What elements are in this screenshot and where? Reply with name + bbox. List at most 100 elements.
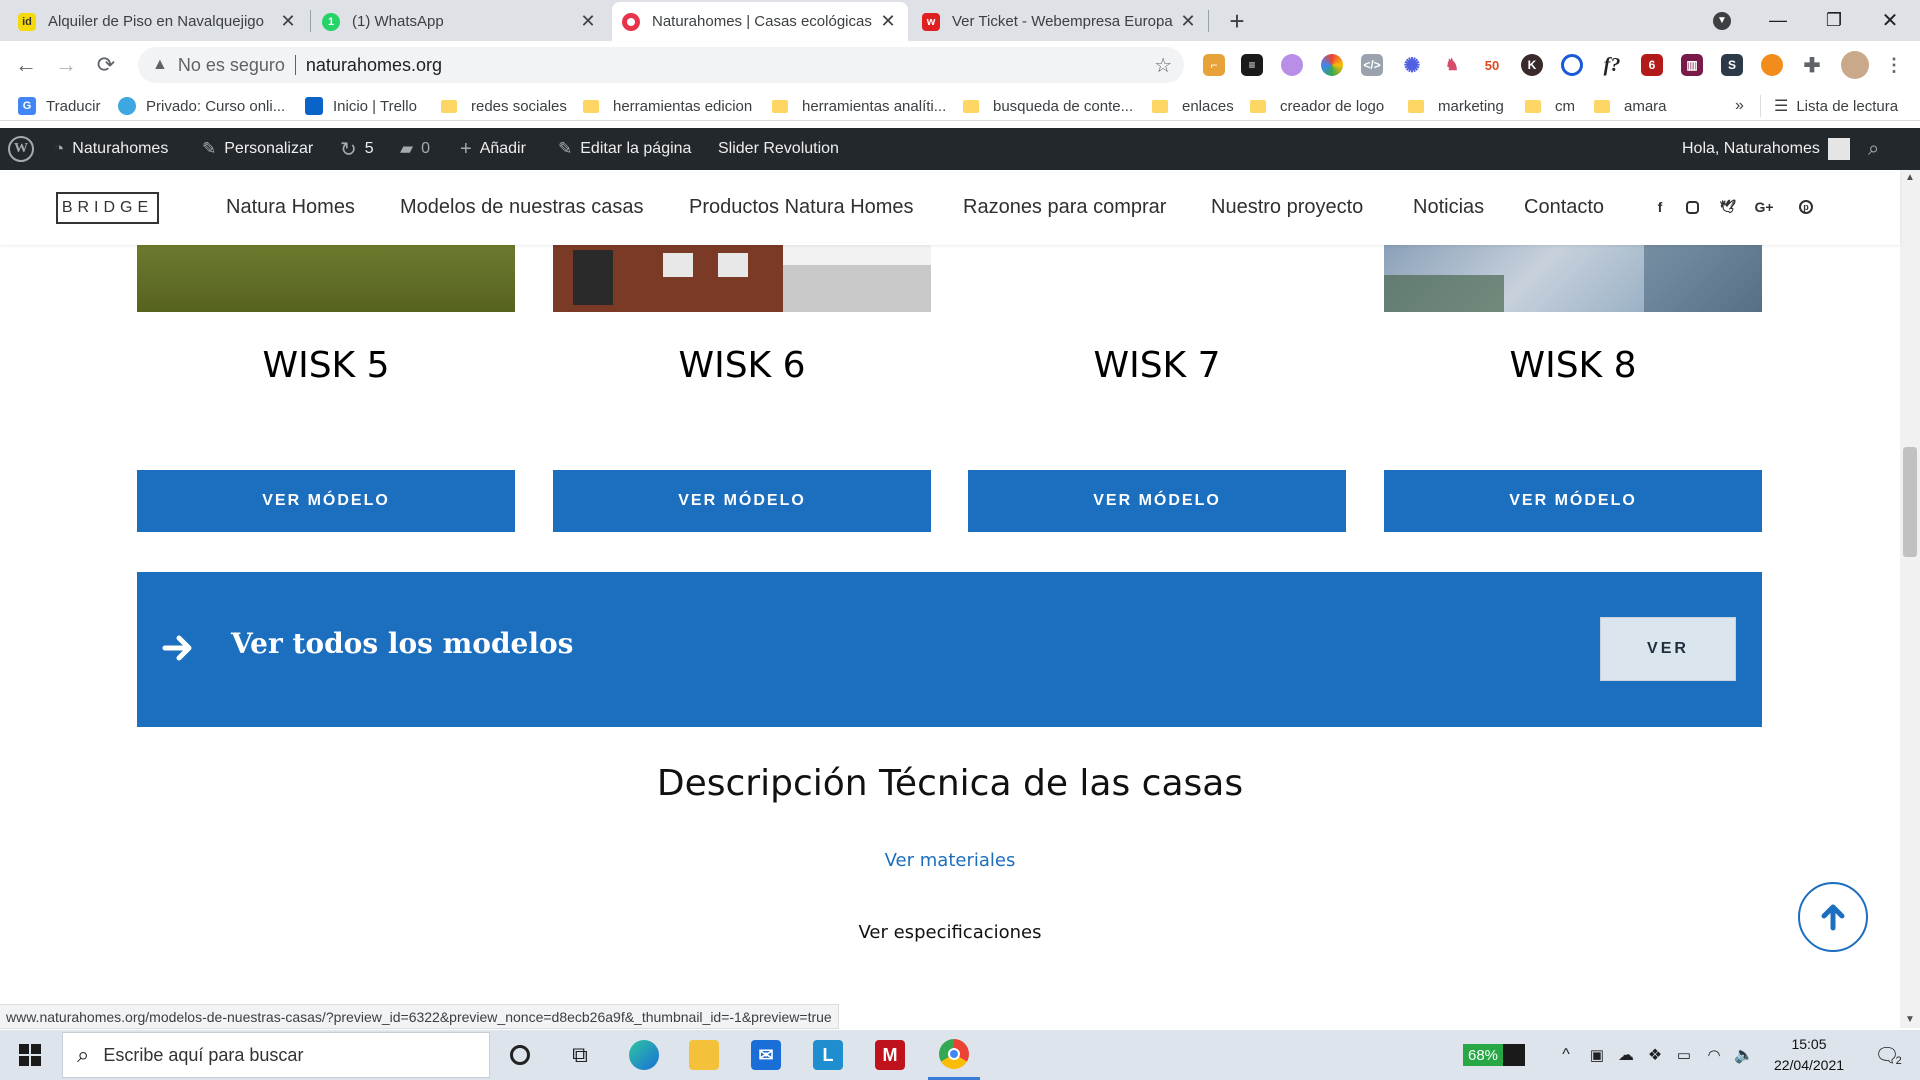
site-logo[interactable]: BRIDGE bbox=[56, 192, 159, 224]
bookmark-folder[interactable]: enlaces bbox=[1152, 95, 1234, 117]
wp-updates[interactable]: ↻ 5 bbox=[340, 128, 374, 170]
profile-avatar[interactable] bbox=[1841, 51, 1869, 79]
browser-tab[interactable]: 1 (1) WhatsApp ✕ bbox=[312, 2, 608, 41]
specs-link-text[interactable]: Ver especificaciones bbox=[859, 922, 1042, 943]
extension-icon[interactable]: ⌐ bbox=[1203, 54, 1225, 76]
close-tab-icon[interactable]: ✕ bbox=[878, 11, 898, 32]
address-bar[interactable]: ▲ No es seguro naturahomes.org ☆ bbox=[138, 47, 1184, 83]
close-tab-icon[interactable]: ✕ bbox=[1178, 11, 1198, 32]
minimize-button[interactable]: — bbox=[1750, 0, 1806, 41]
scroll-up-arrow-icon[interactable]: ▲ bbox=[1903, 172, 1917, 183]
wp-add-new[interactable]: + Añadir bbox=[460, 128, 526, 170]
model-image-wisk-7[interactable] bbox=[968, 245, 1346, 312]
extension-icon[interactable] bbox=[1561, 54, 1583, 76]
tray-icon[interactable]: ▣ bbox=[1585, 1030, 1609, 1080]
tray-icon[interactable]: ◠ bbox=[1701, 1030, 1727, 1080]
puzzle-extensions-icon[interactable]: ✚ bbox=[1801, 54, 1823, 77]
reload-button[interactable]: ⟳ bbox=[92, 51, 120, 79]
file-explorer-taskbar-icon[interactable] bbox=[682, 1030, 726, 1080]
edge-taskbar-icon[interactable] bbox=[622, 1030, 666, 1080]
wp-customize[interactable]: ✎ Personalizar bbox=[202, 128, 313, 170]
close-tab-icon[interactable]: ✕ bbox=[578, 11, 598, 32]
code-extension-icon[interactable]: </> bbox=[1361, 54, 1383, 76]
model-image-wisk-8[interactable] bbox=[1384, 245, 1762, 312]
formula-extension-icon[interactable]: f? bbox=[1601, 54, 1623, 76]
extension-icon[interactable]: S bbox=[1721, 54, 1743, 76]
browser-tab[interactable]: w Ver Ticket - Webempresa Europa ✕ bbox=[912, 2, 1208, 41]
notifications-button[interactable]: 🗨 2 bbox=[1866, 1030, 1910, 1080]
ver-modelo-button-wisk-7[interactable]: VER MÓDELO bbox=[968, 470, 1346, 532]
chrome-taskbar-icon[interactable] bbox=[928, 1030, 980, 1080]
extension-icon[interactable] bbox=[1281, 54, 1303, 76]
nav-item-proyecto[interactable]: Nuestro proyecto bbox=[1211, 170, 1363, 245]
security-label[interactable]: No es seguro bbox=[178, 55, 285, 76]
extension-icon[interactable]: ✺ bbox=[1401, 54, 1423, 77]
taskbar-search-box[interactable]: ⌕ Escribe aquí para buscar bbox=[62, 1032, 490, 1078]
tray-icon[interactable]: 🔈 bbox=[1731, 1030, 1757, 1080]
facebook-icon[interactable]: f bbox=[1650, 197, 1670, 217]
nav-item-modelos[interactable]: Modelos de nuestras casas bbox=[400, 170, 643, 245]
model-image-wisk-6[interactable] bbox=[553, 245, 931, 312]
materials-link-text[interactable]: Ver materiales bbox=[885, 850, 1016, 871]
forward-button[interactable]: → bbox=[52, 51, 80, 79]
extension-icon[interactable]: ♞ bbox=[1441, 54, 1463, 76]
tab-search-button[interactable]: ▼ bbox=[1694, 0, 1750, 41]
start-button[interactable] bbox=[0, 1030, 60, 1080]
show-hidden-icons-button[interactable]: ^ bbox=[1553, 1030, 1579, 1080]
close-tab-icon[interactable]: ✕ bbox=[278, 11, 298, 32]
close-window-button[interactable]: ✕ bbox=[1862, 0, 1918, 41]
bookmark-folder[interactable]: herramientas analíti... bbox=[772, 95, 946, 117]
google-plus-icon[interactable]: G+ bbox=[1754, 197, 1774, 217]
wordpress-logo-button[interactable]: W bbox=[8, 128, 34, 170]
wp-search-icon[interactable]: ⌕ bbox=[1868, 128, 1879, 170]
tray-icon[interactable]: ☁ bbox=[1613, 1030, 1639, 1080]
scroll-down-arrow-icon[interactable]: ▼ bbox=[1903, 1014, 1917, 1025]
ver-modelo-button-wisk-5[interactable]: VER MÓDELO bbox=[137, 470, 515, 532]
tray-icon[interactable]: ▭ bbox=[1671, 1030, 1697, 1080]
model-image-wisk-5[interactable] bbox=[137, 245, 515, 312]
menu-dots-icon[interactable]: ⋮ bbox=[1883, 54, 1905, 76]
wp-edit-page[interactable]: ✎ Editar la página bbox=[558, 128, 691, 170]
taskbar-clock[interactable]: 15:05 22/04/2021 bbox=[1764, 1034, 1854, 1076]
bookmark-folder[interactable]: cm bbox=[1525, 95, 1575, 117]
app-l-taskbar-icon[interactable]: L bbox=[806, 1030, 850, 1080]
bookmark-folder[interactable]: herramientas edicion bbox=[583, 95, 752, 117]
nav-item-contacto[interactable]: Contacto bbox=[1524, 170, 1604, 245]
extension-icon[interactable]: 6 bbox=[1641, 54, 1663, 76]
nav-item-productos[interactable]: Productos Natura Homes bbox=[689, 170, 914, 245]
twitter-icon[interactable]: 🕊 bbox=[1718, 197, 1738, 217]
ver-modelo-button-wisk-6[interactable]: VER MÓDELO bbox=[553, 470, 931, 532]
bookmark-item[interactable]: Privado: Curso onli... bbox=[118, 95, 285, 117]
extension-icon[interactable]: K bbox=[1521, 54, 1543, 76]
browser-tab-active[interactable]: Naturahomes | Casas ecológicas ✕ bbox=[612, 2, 908, 41]
mail-taskbar-icon[interactable]: ✉ bbox=[744, 1030, 788, 1080]
bookmark-folder[interactable]: creador de logo bbox=[1250, 95, 1384, 117]
wp-account-menu[interactable]: Hola, Naturahomes bbox=[1682, 128, 1850, 170]
back-button[interactable]: ← bbox=[12, 51, 40, 79]
extension-icon[interactable]: ▥ bbox=[1681, 54, 1703, 76]
page-scrollbar[interactable] bbox=[1900, 170, 1920, 1028]
wp-site-name[interactable]: ◔ Naturahomes bbox=[54, 128, 168, 170]
color-picker-extension-icon[interactable] bbox=[1321, 54, 1343, 76]
extension-icon[interactable] bbox=[1761, 54, 1783, 76]
task-view-button[interactable]: ⧉ bbox=[560, 1030, 600, 1080]
bookmark-item[interactable]: G Traducir bbox=[18, 95, 100, 117]
bookmarks-overflow-button[interactable]: » bbox=[1735, 95, 1744, 117]
back-to-top-button[interactable] bbox=[1798, 882, 1868, 952]
new-tab-button[interactable]: + bbox=[1222, 6, 1252, 37]
scrollbar-thumb[interactable] bbox=[1903, 447, 1917, 557]
reading-list-button[interactable]: ☰ Lista de lectura bbox=[1774, 95, 1898, 117]
tray-icon[interactable]: ❖ bbox=[1643, 1030, 1667, 1080]
wp-comments[interactable]: ▰ 0 bbox=[400, 128, 430, 170]
mcafee-taskbar-icon[interactable]: M bbox=[868, 1030, 912, 1080]
cortana-button[interactable] bbox=[500, 1030, 540, 1080]
bookmark-star-icon[interactable]: ☆ bbox=[1154, 53, 1172, 78]
buffer-extension-icon[interactable]: ≡ bbox=[1241, 54, 1263, 76]
url-text[interactable]: naturahomes.org bbox=[306, 55, 442, 76]
browser-tab[interactable]: id Alquiler de Piso en Navalquejigo ✕ bbox=[8, 2, 308, 41]
ver-todos-button[interactable]: VER bbox=[1600, 617, 1736, 681]
bookmark-folder[interactable]: amara bbox=[1594, 95, 1667, 117]
extension-icon[interactable]: 50 bbox=[1481, 54, 1503, 76]
pinterest-icon[interactable]: p bbox=[1796, 197, 1816, 217]
bookmark-folder[interactable]: marketing bbox=[1408, 95, 1504, 117]
